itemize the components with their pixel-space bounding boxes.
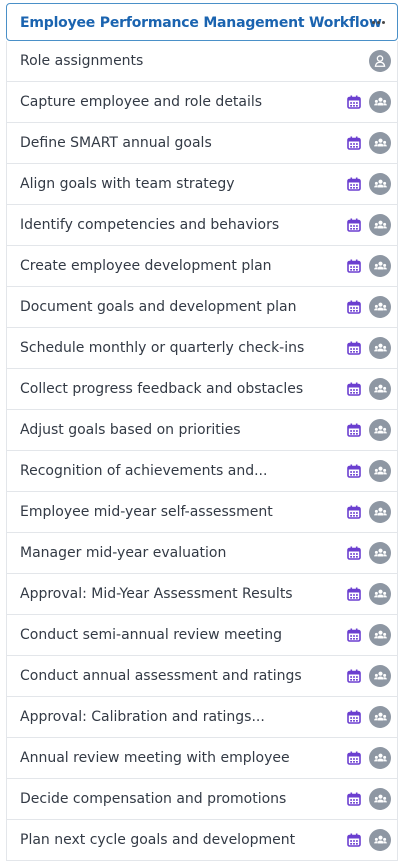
users-group-icon[interactable] [369,788,391,810]
task-row[interactable]: Conduct semi-annual review meeting [7,615,397,656]
task-row[interactable]: Document goals and development plan [7,287,397,328]
calendar-icon[interactable] [347,218,361,232]
users-group-icon[interactable] [369,665,391,687]
task-row[interactable]: Plan next cycle goals and development [7,820,397,861]
task-row[interactable]: Decide compensation and promotions [7,779,397,820]
task-label: Approval: Mid-Year Assessment Results [20,586,293,602]
users-group-icon[interactable] [369,583,391,605]
task-row[interactable]: Approval: Mid-Year Assessment Results [7,574,397,615]
task-label: Document goals and development plan [20,299,297,315]
calendar-icon[interactable] [347,259,361,273]
users-group-icon[interactable] [369,419,391,441]
users-group-icon[interactable] [369,747,391,769]
task-row[interactable]: Capture employee and role details [7,82,397,123]
calendar-icon[interactable] [347,177,361,191]
users-group-icon[interactable] [369,829,391,851]
task-row[interactable]: Adjust goals based on priorities [7,410,397,451]
users-group-icon[interactable] [369,173,391,195]
calendar-icon[interactable] [347,833,361,847]
task-label: Employee mid-year self-assessment [20,504,273,520]
users-group-icon[interactable] [369,214,391,236]
task-label: Create employee development plan [20,258,272,274]
users-group-icon[interactable] [369,542,391,564]
task-label: Annual review meeting with employee [20,750,290,766]
users-group-icon[interactable] [369,296,391,318]
users-group-icon[interactable] [369,706,391,728]
users-group-icon[interactable] [369,337,391,359]
task-label: Conduct annual assessment and ratings [20,668,302,684]
users-group-icon[interactable] [369,132,391,154]
users-group-icon[interactable] [369,91,391,113]
workflow-title[interactable]: Employee Performance Management Workflow [20,15,382,31]
calendar-icon[interactable] [347,300,361,314]
calendar-icon[interactable] [347,546,361,560]
calendar-icon[interactable] [347,341,361,355]
task-label: Conduct semi-annual review meeting [20,627,282,643]
calendar-icon[interactable] [347,587,361,601]
task-label: Capture employee and role details [20,94,263,110]
calendar-icon[interactable] [347,669,361,683]
calendar-icon[interactable] [347,464,361,478]
task-row[interactable]: Manager mid-year evaluation [7,533,397,574]
calendar-icon[interactable] [347,505,361,519]
workflow-header: Employee Performance Management Workflow [6,3,398,41]
calendar-icon[interactable] [347,136,361,150]
task-label: Align goals with team strategy [20,176,235,192]
task-row[interactable]: Collect progress feedback and obstacles [7,369,397,410]
task-row[interactable]: Employee mid-year self-assessment [7,492,397,533]
task-row[interactable]: Identify competencies and behaviors [7,205,397,246]
task-row[interactable]: Schedule monthly or quarterly check-ins [7,328,397,369]
calendar-icon[interactable] [347,95,361,109]
task-label: Collect progress feedback and obstacles [20,381,304,397]
task-label: Schedule monthly or quarterly check-ins [20,340,305,356]
task-label: Recognition of achievements and... [20,463,268,479]
users-group-icon[interactable] [369,501,391,523]
task-row[interactable]: Create employee development plan [7,246,397,287]
task-label: Adjust goals based on priorities [20,422,241,438]
calendar-icon[interactable] [347,751,361,765]
task-row[interactable]: Align goals with team strategy [7,164,397,205]
task-label: Approval: Calibration and ratings... [20,709,265,725]
workflow-panel: Employee Performance Management Workflow… [6,3,398,861]
task-row[interactable]: Define SMART annual goals [7,123,397,164]
task-row[interactable]: Recognition of achievements and... [7,451,397,492]
task-row[interactable]: Role assignments [7,41,397,82]
users-group-icon[interactable] [369,624,391,646]
task-label: Role assignments [20,53,144,69]
more-horizontal-icon[interactable] [367,13,389,31]
task-label: Plan next cycle goals and development [20,832,296,848]
task-row[interactable]: Annual review meeting with employee [7,738,397,779]
calendar-icon[interactable] [347,382,361,396]
calendar-icon[interactable] [347,710,361,724]
task-label: Define SMART annual goals [20,135,212,151]
task-list: Role assignments Capture employee and ro… [6,41,398,861]
user-icon[interactable] [369,50,391,72]
calendar-icon[interactable] [347,423,361,437]
users-group-icon[interactable] [369,255,391,277]
users-group-icon[interactable] [369,378,391,400]
users-group-icon[interactable] [369,460,391,482]
calendar-icon[interactable] [347,628,361,642]
task-row[interactable]: Approval: Calibration and ratings... [7,697,397,738]
task-label: Decide compensation and promotions [20,791,287,807]
task-label: Manager mid-year evaluation [20,545,227,561]
calendar-icon[interactable] [347,792,361,806]
task-label: Identify competencies and behaviors [20,217,280,233]
task-row[interactable]: Conduct annual assessment and ratings [7,656,397,697]
